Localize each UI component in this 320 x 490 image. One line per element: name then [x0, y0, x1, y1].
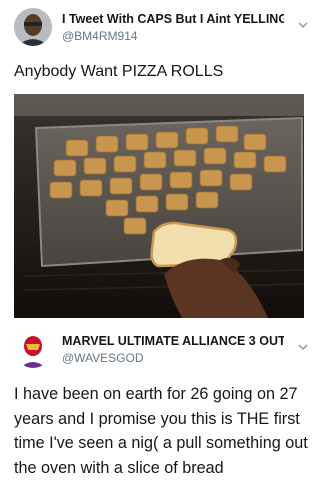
- chevron-down-icon[interactable]: [298, 17, 308, 28]
- handle[interactable]: @WAVESGOD: [62, 351, 144, 365]
- display-name-text: I Tweet With CAPS But I Aint YELLING: [62, 12, 284, 26]
- display-name[interactable]: MARVEL ULTIMATE ALLIANCE 3 OUT N...: [62, 334, 284, 348]
- avatar[interactable]: [14, 8, 52, 46]
- tweet-text: Anybody Want PIZZA ROLLS: [14, 63, 224, 80]
- display-name[interactable]: I Tweet With CAPS But I Aint YELLING: [62, 12, 284, 29]
- tweet-header: I Tweet With CAPS But I Aint YELLING @BM…: [0, 0, 320, 50]
- handle[interactable]: @BM4RM914: [62, 29, 138, 43]
- chevron-down-icon[interactable]: [298, 339, 308, 350]
- avatar[interactable]: [14, 330, 52, 368]
- tweet-photo-oven-pizza-rolls[interactable]: [14, 94, 304, 318]
- tweet-header: MARVEL ULTIMATE ALLIANCE 3 OUT N... @WAV…: [0, 322, 320, 372]
- tweet-text: I have been on earth for 26 going on 27 …: [14, 385, 308, 477]
